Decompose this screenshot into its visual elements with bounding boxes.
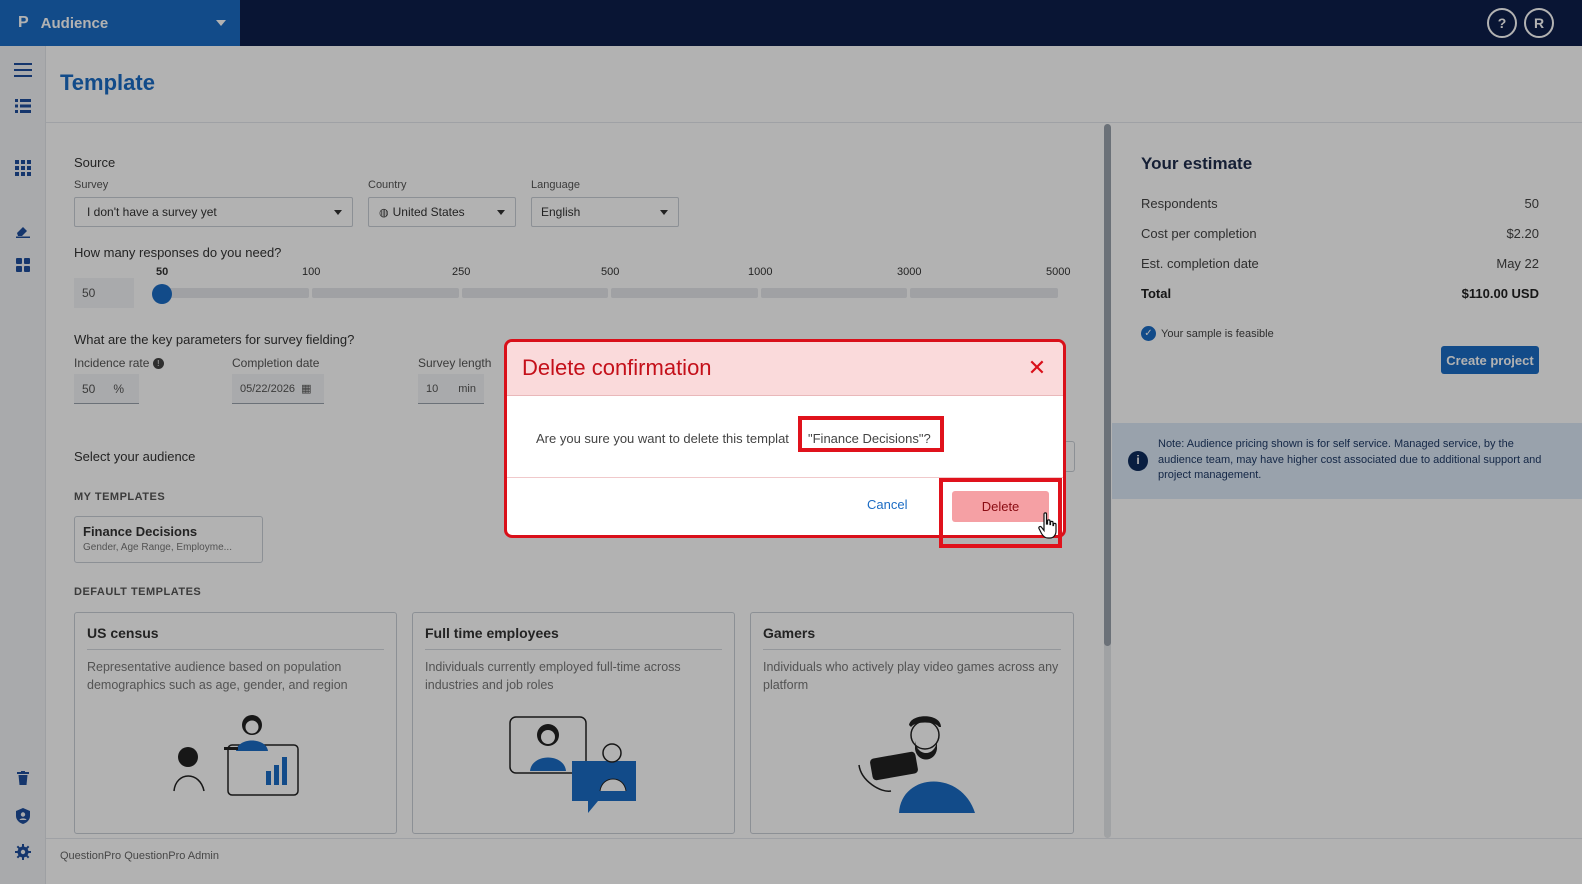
dialog-body: Are you sure you want to delete this tem… xyxy=(507,396,1063,478)
dialog-message-text: Are you sure you want to delete this tem… xyxy=(536,431,789,446)
dialog-message: Are you sure you want to delete this tem… xyxy=(536,431,931,446)
dialog-title: Delete confirmation xyxy=(522,355,712,380)
close-icon[interactable]: ✕ xyxy=(1026,357,1048,379)
highlight-template-name xyxy=(798,416,944,452)
dialog-header: Delete confirmation ✕ xyxy=(507,342,1063,396)
hand-cursor-icon xyxy=(1038,512,1057,539)
cancel-button[interactable]: Cancel xyxy=(867,497,907,512)
